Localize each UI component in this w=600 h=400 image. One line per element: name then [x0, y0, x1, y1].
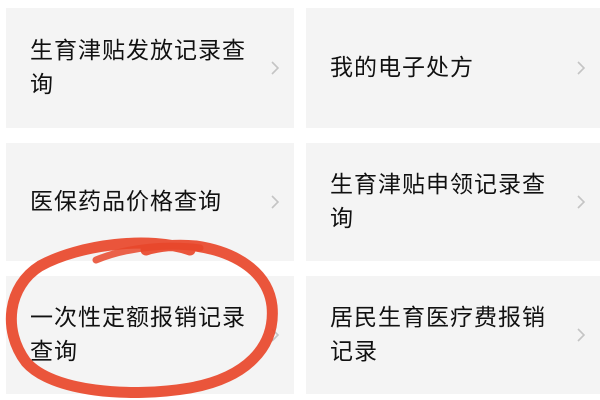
services-screen: 生育津贴发放记录查询 我的电子处方 医保药品价格查询 生育津贴申领记录查询 一次…: [0, 0, 600, 400]
menu-item-label: 一次性定额报销记录查询: [30, 305, 246, 365]
menu-item-resident-maternity-reimbursement[interactable]: 居民生育医疗费报销记录: [306, 276, 600, 394]
chevron-right-icon: [268, 325, 282, 345]
chevron-right-icon: [574, 192, 588, 212]
menu-item-e-prescription[interactable]: 我的电子处方: [306, 8, 600, 128]
menu-item-label: 居民生育医疗费报销记录: [330, 305, 546, 365]
chevron-right-icon: [574, 325, 588, 345]
menu-item-birth-allowance-payment[interactable]: 生育津贴发放记录查询: [6, 8, 294, 128]
menu-item-label: 医保药品价格查询: [30, 189, 222, 215]
menu-item-lump-sum-reimbursement[interactable]: 一次性定额报销记录查询: [6, 276, 294, 394]
menu-item-label: 我的电子处方: [330, 55, 474, 81]
chevron-right-icon: [574, 58, 588, 78]
chevron-right-icon: [268, 192, 282, 212]
chevron-right-icon: [268, 58, 282, 78]
menu-item-label: 生育津贴申领记录查询: [330, 172, 546, 232]
menu-item-drug-price-query[interactable]: 医保药品价格查询: [6, 143, 294, 261]
menu-item-birth-allowance-application[interactable]: 生育津贴申领记录查询: [306, 143, 600, 261]
menu-item-label: 生育津贴发放记录查询: [30, 38, 246, 98]
